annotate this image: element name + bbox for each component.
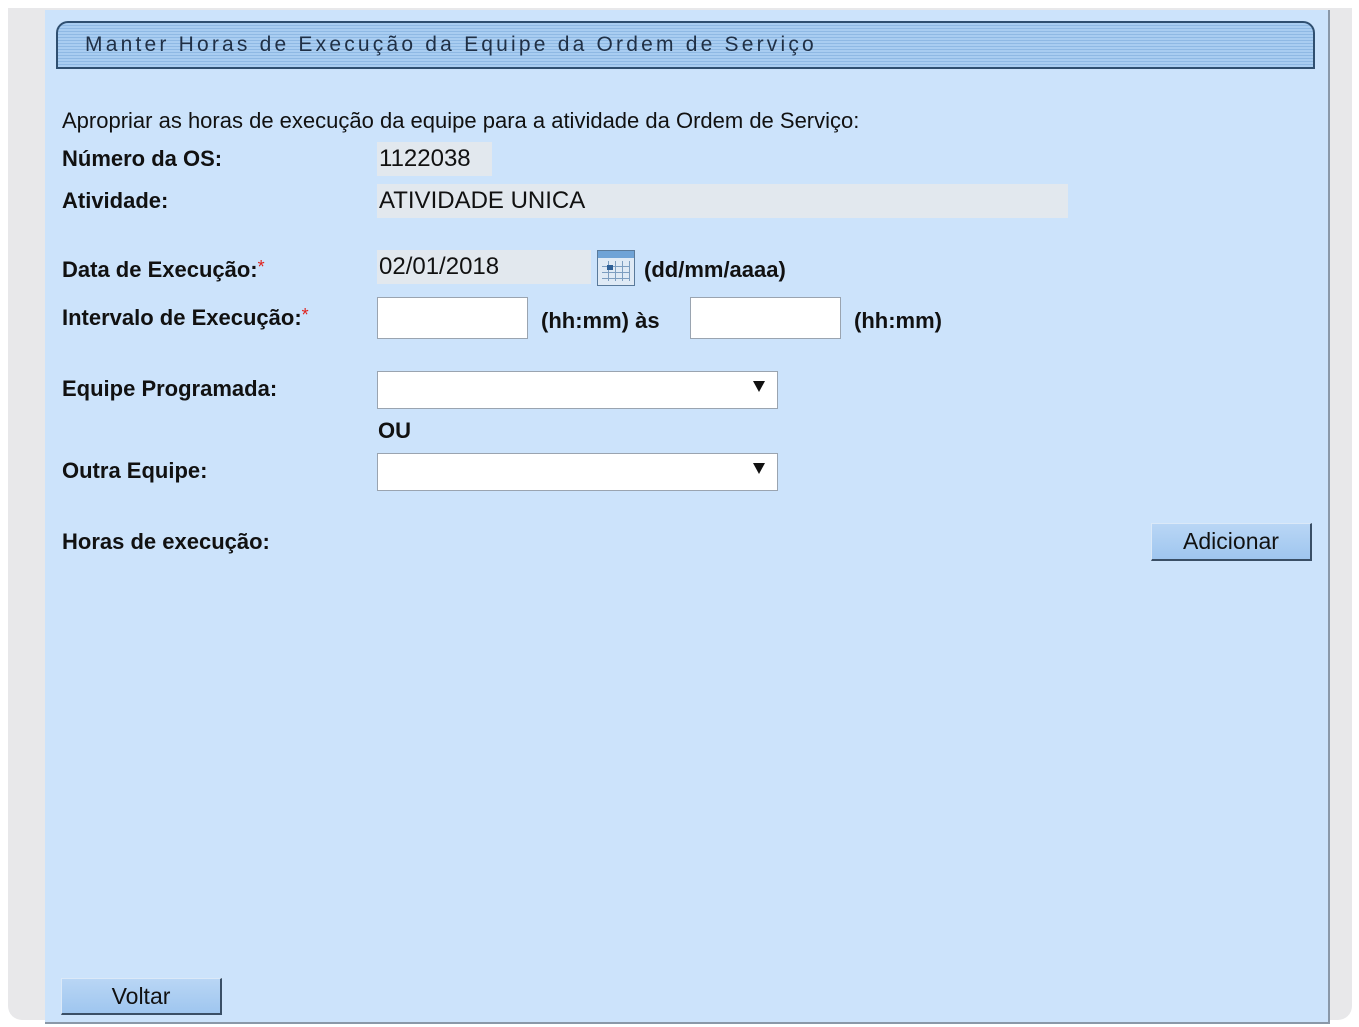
page-title: Manter Horas de Execução da Equipe da Or… <box>85 33 817 56</box>
atividade-value: ATIVIDADE UNICA <box>377 184 1068 218</box>
numero-os-label: Número da OS: <box>62 146 223 171</box>
equipe-programada-select[interactable] <box>377 371 778 409</box>
chevron-down-icon <box>753 381 765 392</box>
chevron-down-icon <box>753 463 765 474</box>
data-execucao-field[interactable]: 02/01/2018 <box>377 250 591 284</box>
page: Manter Horas de Execução da Equipe da Or… <box>0 0 1359 1027</box>
adicionar-button[interactable]: Adicionar <box>1151 523 1312 561</box>
required-mark: * <box>301 305 309 325</box>
data-execucao-label: Data de Execução:* <box>62 257 265 282</box>
data-format-hint: (dd/mm/aaaa) <box>644 257 786 282</box>
form-panel: Manter Horas de Execução da Equipe da Or… <box>45 10 1330 1024</box>
intervalo-execucao-label: Intervalo de Execução:* <box>62 305 309 330</box>
title-bar: Manter Horas de Execução da Equipe da Or… <box>56 21 1315 69</box>
intro-text: Apropriar as horas de execução da equipe… <box>62 108 860 133</box>
required-mark: * <box>257 257 265 277</box>
hora-inicio-input[interactable] <box>377 297 528 339</box>
numero-os-value: 1122038 <box>377 142 492 176</box>
calendar-mark <box>607 265 613 270</box>
voltar-button[interactable]: Voltar <box>61 978 222 1015</box>
equipe-programada-label: Equipe Programada: <box>62 376 278 401</box>
hora-inicio-hint: (hh:mm) às <box>541 308 660 333</box>
calendar-grid <box>602 261 630 281</box>
atividade-label: Atividade: <box>62 188 169 213</box>
hora-fim-input[interactable] <box>690 297 841 339</box>
hora-fim-hint: (hh:mm) <box>854 308 942 333</box>
separator-ou: OU <box>378 418 411 443</box>
horas-execucao-label: Horas de execução: <box>62 529 270 554</box>
calendar-icon[interactable] <box>597 250 635 286</box>
outra-equipe-select[interactable] <box>377 453 778 491</box>
outra-equipe-label: Outra Equipe: <box>62 458 208 483</box>
